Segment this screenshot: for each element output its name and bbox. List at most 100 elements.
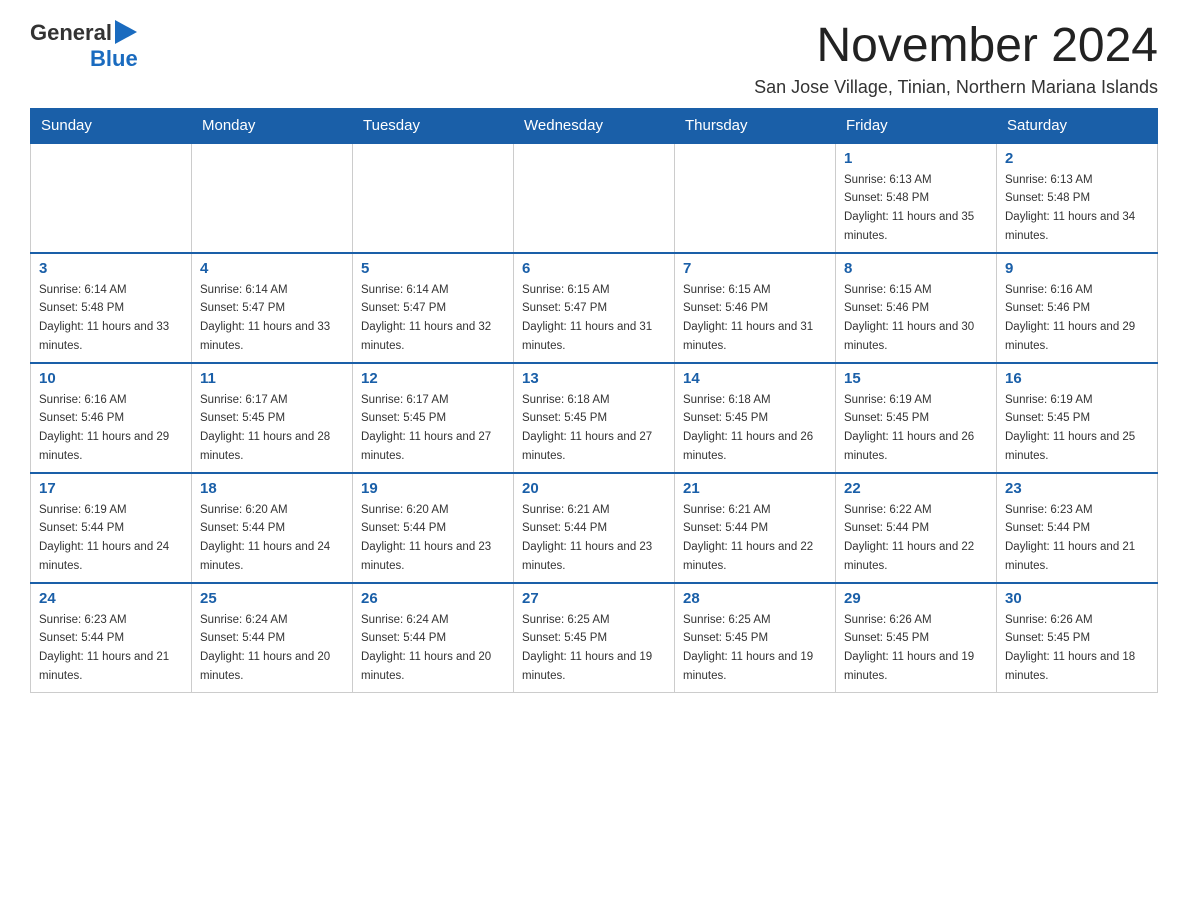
table-row [514, 143, 675, 253]
table-row: 1 Sunrise: 6:13 AMSunset: 5:48 PMDaylight… [836, 143, 997, 253]
day-number: 20 [522, 480, 666, 497]
day-number: 18 [200, 480, 344, 497]
day-number: 22 [844, 480, 988, 497]
table-row: 17 Sunrise: 6:19 AMSunset: 5:44 PMDayligh… [31, 473, 192, 583]
table-row: 11 Sunrise: 6:17 AMSunset: 5:45 PMDayligh… [192, 363, 353, 473]
day-info: Sunrise: 6:19 AMSunset: 5:44 PMDaylight:… [39, 504, 169, 572]
calendar-week-row: 10Sunrise: 6:16 AMSunset: 5:46 PMDayligh… [31, 363, 1158, 473]
logo-arrow-icon [115, 20, 137, 44]
day-info: Sunrise: 6:13 AMSunset: 5:48 PMDaylight:… [1005, 174, 1135, 242]
day-info: Sunrise: 6:24 AMSunset: 5:44 PMDaylight:… [361, 614, 491, 682]
day-number: 25 [200, 590, 344, 607]
table-row: 4 Sunrise: 6:14 AMSunset: 5:47 PMDaylight… [192, 253, 353, 363]
day-info: Sunrise: 6:26 AMSunset: 5:45 PMDaylight:… [1005, 614, 1135, 682]
table-row: 9Sunrise: 6:16 AMSunset: 5:46 PMDaylight… [997, 253, 1158, 363]
day-info: Sunrise: 6:18 AMSunset: 5:45 PMDaylight:… [683, 394, 813, 462]
day-info: Sunrise: 6:14 AMSunset: 5:47 PMDaylight:… [200, 284, 330, 352]
day-number: 21 [683, 480, 827, 497]
table-row: 7 Sunrise: 6:15 AMSunset: 5:46 PMDaylight… [675, 253, 836, 363]
day-number: 7 [683, 260, 827, 277]
table-row: 25Sunrise: 6:24 AMSunset: 5:44 PMDayligh… [192, 583, 353, 693]
day-info: Sunrise: 6:19 AMSunset: 5:45 PMDaylight:… [844, 394, 974, 462]
col-saturday: Saturday [997, 108, 1158, 143]
day-info: Sunrise: 6:25 AMSunset: 5:45 PMDaylight:… [683, 614, 813, 682]
day-info: Sunrise: 6:16 AMSunset: 5:46 PMDaylight:… [39, 394, 169, 462]
day-info: Sunrise: 6:14 AMSunset: 5:48 PMDaylight:… [39, 284, 169, 352]
day-info: Sunrise: 6:19 AMSunset: 5:45 PMDaylight:… [1005, 394, 1135, 462]
table-row: 29Sunrise: 6:26 AMSunset: 5:45 PMDayligh… [836, 583, 997, 693]
logo-blue-text: Blue [90, 46, 138, 72]
table-row: 16 Sunrise: 6:19 AMSunset: 5:45 PMDayligh… [997, 363, 1158, 473]
table-row: 12Sunrise: 6:17 AMSunset: 5:45 PMDayligh… [353, 363, 514, 473]
day-info: Sunrise: 6:23 AMSunset: 5:44 PMDaylight:… [1005, 504, 1135, 572]
day-number: 27 [522, 590, 666, 607]
day-info: Sunrise: 6:20 AMSunset: 5:44 PMDaylight:… [361, 504, 491, 572]
day-info: Sunrise: 6:13 AMSunset: 5:48 PMDaylight:… [844, 174, 974, 242]
col-tuesday: Tuesday [353, 108, 514, 143]
day-number: 30 [1005, 590, 1149, 607]
table-row: 23Sunrise: 6:23 AMSunset: 5:44 PMDayligh… [997, 473, 1158, 583]
table-row [675, 143, 836, 253]
day-number: 1 [844, 150, 988, 167]
day-number: 15 [844, 370, 988, 387]
day-info: Sunrise: 6:18 AMSunset: 5:45 PMDaylight:… [522, 394, 652, 462]
day-number: 11 [200, 370, 344, 387]
day-info: Sunrise: 6:14 AMSunset: 5:47 PMDaylight:… [361, 284, 491, 352]
title-section: November 2024 San Jose Village, Tinian, … [754, 20, 1158, 98]
day-info: Sunrise: 6:23 AMSunset: 5:44 PMDaylight:… [39, 614, 169, 682]
day-info: Sunrise: 6:22 AMSunset: 5:44 PMDaylight:… [844, 504, 974, 572]
table-row: 5 Sunrise: 6:14 AMSunset: 5:47 PMDaylight… [353, 253, 514, 363]
col-friday: Friday [836, 108, 997, 143]
table-row: 18 Sunrise: 6:20 AMSunset: 5:44 PMDayligh… [192, 473, 353, 583]
day-info: Sunrise: 6:26 AMSunset: 5:45 PMDaylight:… [844, 614, 974, 682]
calendar-subtitle: San Jose Village, Tinian, Northern Maria… [754, 77, 1158, 98]
table-row: 10Sunrise: 6:16 AMSunset: 5:46 PMDayligh… [31, 363, 192, 473]
calendar-title: November 2024 [754, 20, 1158, 73]
calendar-week-row: 24 Sunrise: 6:23 AMSunset: 5:44 PMDayligh… [31, 583, 1158, 693]
day-info: Sunrise: 6:15 AMSunset: 5:47 PMDaylight:… [522, 284, 652, 352]
table-row: 30 Sunrise: 6:26 AMSunset: 5:45 PMDayligh… [997, 583, 1158, 693]
table-row: 6 Sunrise: 6:15 AMSunset: 5:47 PMDaylight… [514, 253, 675, 363]
day-number: 24 [39, 590, 183, 607]
day-info: Sunrise: 6:20 AMSunset: 5:44 PMDaylight:… [200, 504, 330, 572]
day-number: 14 [683, 370, 827, 387]
table-row [353, 143, 514, 253]
table-row: 19 Sunrise: 6:20 AMSunset: 5:44 PMDayligh… [353, 473, 514, 583]
table-row: 22 Sunrise: 6:22 AMSunset: 5:44 PMDayligh… [836, 473, 997, 583]
table-row: 13 Sunrise: 6:18 AMSunset: 5:45 PMDayligh… [514, 363, 675, 473]
table-row: 27 Sunrise: 6:25 AMSunset: 5:45 PMDayligh… [514, 583, 675, 693]
day-info: Sunrise: 6:21 AMSunset: 5:44 PMDaylight:… [683, 504, 813, 572]
day-number: 6 [522, 260, 666, 277]
col-sunday: Sunday [31, 108, 192, 143]
table-row: 8Sunrise: 6:15 AMSunset: 5:46 PMDaylight… [836, 253, 997, 363]
day-number: 3 [39, 260, 183, 277]
day-number: 5 [361, 260, 505, 277]
table-row: 14 Sunrise: 6:18 AMSunset: 5:45 PMDayligh… [675, 363, 836, 473]
day-number: 12 [361, 370, 505, 387]
calendar-header-row: Sunday Monday Tuesday Wednesday Thursday… [31, 108, 1158, 143]
day-number: 19 [361, 480, 505, 497]
table-row: 15 Sunrise: 6:19 AMSunset: 5:45 PMDayligh… [836, 363, 997, 473]
day-number: 16 [1005, 370, 1149, 387]
logo-general-text: General [30, 20, 112, 46]
day-number: 4 [200, 260, 344, 277]
day-number: 28 [683, 590, 827, 607]
day-info: Sunrise: 6:15 AMSunset: 5:46 PMDaylight:… [683, 284, 813, 352]
day-number: 26 [361, 590, 505, 607]
col-monday: Monday [192, 108, 353, 143]
calendar-week-row: 17 Sunrise: 6:19 AMSunset: 5:44 PMDayligh… [31, 473, 1158, 583]
day-number: 17 [39, 480, 183, 497]
day-info: Sunrise: 6:17 AMSunset: 5:45 PMDaylight:… [200, 394, 330, 462]
calendar-week-row: 3 Sunrise: 6:14 AMSunset: 5:48 PMDaylight… [31, 253, 1158, 363]
logo: General Blue [30, 20, 138, 72]
table-row: 26 Sunrise: 6:24 AMSunset: 5:44 PMDayligh… [353, 583, 514, 693]
table-row [31, 143, 192, 253]
day-number: 8 [844, 260, 988, 277]
table-row [192, 143, 353, 253]
day-info: Sunrise: 6:25 AMSunset: 5:45 PMDaylight:… [522, 614, 652, 682]
day-number: 13 [522, 370, 666, 387]
table-row: 20Sunrise: 6:21 AMSunset: 5:44 PMDayligh… [514, 473, 675, 583]
table-row: 24 Sunrise: 6:23 AMSunset: 5:44 PMDayligh… [31, 583, 192, 693]
calendar-week-row: 1 Sunrise: 6:13 AMSunset: 5:48 PMDaylight… [31, 143, 1158, 253]
page-header: General Blue November 2024 San Jose Vill… [30, 20, 1158, 98]
